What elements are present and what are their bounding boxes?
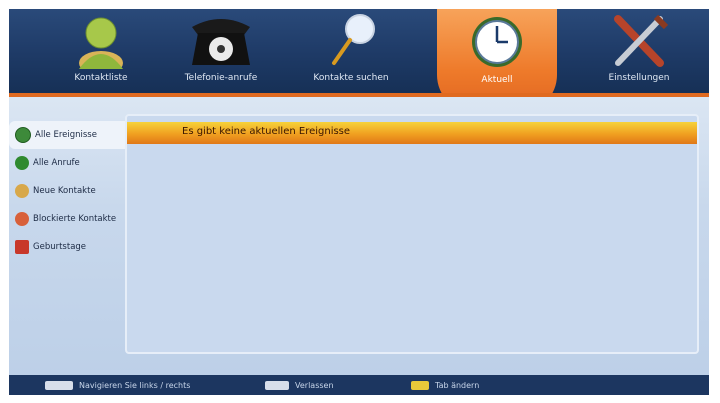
sidebar-item-birthdays[interactable]: Geburtstage: [9, 233, 125, 261]
arrow-keys-icon: [45, 380, 73, 390]
sidebar-item-new-contacts[interactable]: Neue Kontakte: [9, 177, 125, 205]
sidebar-item-label: Neue Kontakte: [33, 186, 96, 196]
hint-change-tab-label: Tab ändern: [435, 380, 480, 390]
tools-icon: [614, 14, 669, 67]
footer-hints: Navigieren Sie links / rechts Verlassen …: [9, 375, 709, 395]
phone-call-icon: [15, 156, 29, 170]
blocked-contact-icon: [15, 212, 29, 226]
sidebar-item-label: Alle Anrufe: [33, 158, 80, 168]
telephone-icon: [192, 19, 250, 65]
nav-settings-label: Einstellungen: [608, 73, 670, 83]
sidebar-item-blocked-contacts[interactable]: Blockierte Kontakte: [9, 205, 125, 233]
clock-icon: [15, 127, 31, 143]
no-events-message: Es gibt keine aktuellen Ereignisse: [182, 126, 351, 137]
nav-contacts-label: Kontaktliste: [74, 73, 128, 83]
content-area: Alle Ereignisse Alle Anrufe Neue Kontakt…: [9, 97, 709, 375]
event-message-row: Es gibt keine aktuellen Ereignisse: [127, 122, 697, 144]
nav-calls-label: Telefonie-anrufe: [184, 73, 258, 83]
yellow-key-icon: [411, 380, 429, 390]
hint-change-tab: Tab ändern: [411, 378, 479, 392]
cake-icon: [15, 240, 29, 254]
sidebar-item-label: Blockierte Kontakte: [33, 214, 117, 224]
app-window: Kontaktliste Telefonie-anrufe Kontakte s…: [9, 9, 709, 395]
events-panel: Es gibt keine aktuellen Ereignisse: [125, 114, 699, 354]
sidebar-item-label: Alle Ereignisse: [35, 130, 97, 140]
exit-key-icon: [265, 380, 289, 390]
sidebar-item-all-events[interactable]: Alle Ereignisse: [9, 121, 125, 149]
hint-navigate-label: Navigieren Sie links / rechts: [79, 380, 191, 390]
clock-icon: [472, 17, 522, 67]
nav-search-contacts[interactable]: Kontakte suchen: [291, 9, 411, 93]
contacts-icon: [15, 184, 29, 198]
sidebar: Alle Ereignisse Alle Anrufe Neue Kontakt…: [9, 121, 125, 261]
nav-current-label: Aktuell: [481, 75, 513, 85]
nav-contacts[interactable]: Kontaktliste: [41, 9, 161, 93]
person-icon: [79, 17, 123, 69]
magnifier-icon: [332, 14, 375, 65]
hint-exit-label: Verlassen: [295, 380, 334, 390]
sidebar-item-label: Geburtstage: [33, 242, 87, 252]
nav-settings[interactable]: Einstellungen: [579, 9, 699, 93]
hint-exit: Verlassen: [265, 378, 334, 392]
nav-calls[interactable]: Telefonie-anrufe: [161, 9, 281, 93]
top-navigation: Kontaktliste Telefonie-anrufe Kontakte s…: [9, 9, 709, 113]
hint-navigate: Navigieren Sie links / rechts: [45, 378, 190, 392]
sidebar-item-all-calls[interactable]: Alle Anrufe: [9, 149, 125, 177]
nav-search-contacts-label: Kontakte suchen: [313, 73, 389, 83]
